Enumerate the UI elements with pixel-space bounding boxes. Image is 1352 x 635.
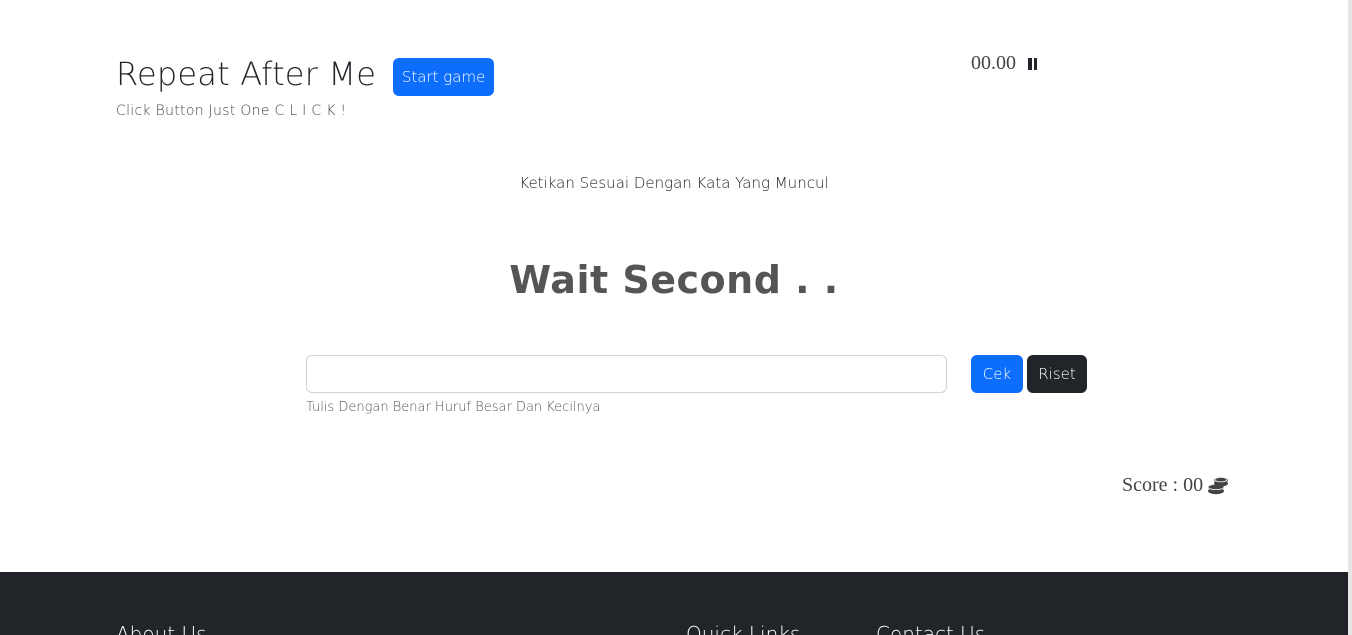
subtitle: Click Button Just One C L I C K ! — [116, 103, 347, 119]
footer: About Us Quick Links Contact Us — [0, 572, 1348, 635]
header: Repeat After Me Start game Click Button … — [116, 52, 495, 119]
pause-icon[interactable] — [1028, 57, 1037, 70]
check-button[interactable]: Cek — [971, 355, 1023, 393]
score: Score : 00 — [1122, 474, 1229, 497]
page: Repeat After Me Start game Click Button … — [0, 0, 1348, 635]
title-row: Repeat After Me Start game — [116, 52, 495, 96]
word-display: Wait Second . . — [509, 258, 839, 302]
footer-contact-heading: Contact Us — [876, 622, 986, 635]
answer-input[interactable] — [306, 355, 947, 393]
reset-button[interactable]: Riset — [1027, 355, 1087, 393]
start-game-button[interactable]: Start game — [393, 58, 495, 96]
footer-about-heading: About Us — [116, 622, 207, 635]
score-label: Score : 00 — [1122, 474, 1204, 496]
input-help-text: Tulis Dengan Benar Huruf Besar Dan Kecil… — [306, 400, 601, 415]
scrollbar[interactable] — [1348, 0, 1352, 635]
instruction-text: Ketikan Sesuai Dengan Kata Yang Muncul — [519, 174, 829, 192]
app-title: Repeat After Me — [116, 55, 377, 93]
coins-icon — [1207, 476, 1229, 494]
timer: 00.00 — [971, 52, 1037, 75]
timer-value: 00.00 — [971, 52, 1016, 74]
footer-quick-links-heading: Quick Links — [686, 622, 801, 635]
